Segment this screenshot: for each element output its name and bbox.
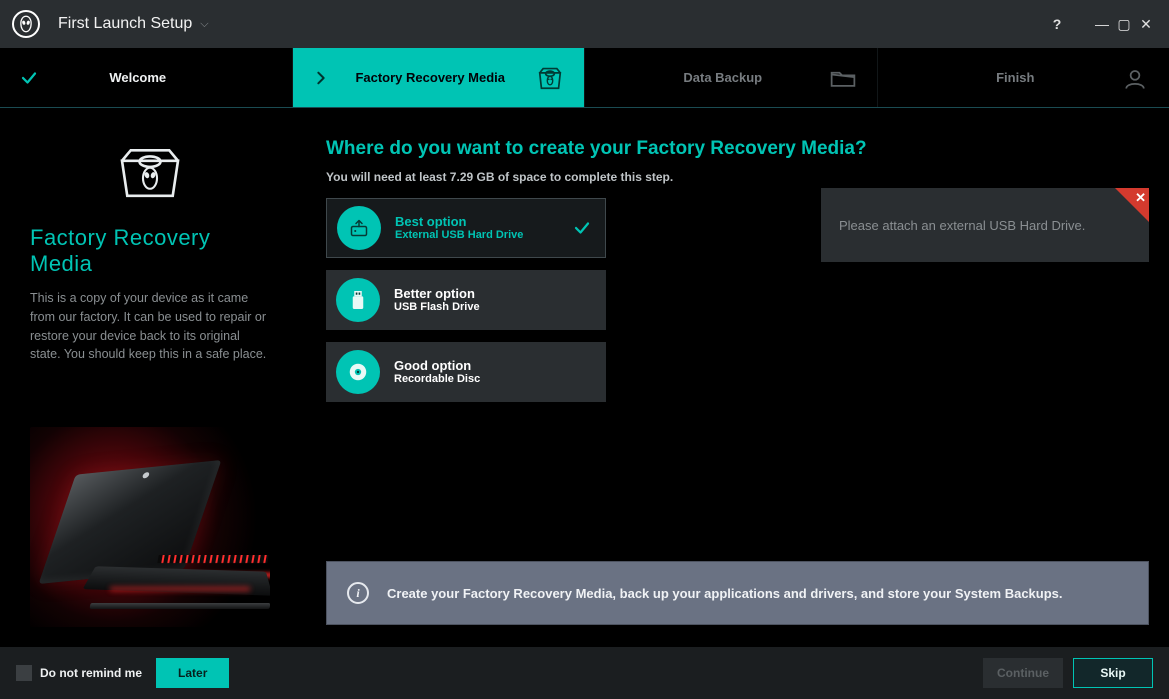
recovery-box-icon xyxy=(524,66,564,90)
media-options: Best option External USB Hard Drive Bett… xyxy=(326,198,606,402)
external-hdd-icon xyxy=(337,206,381,250)
info-icon: i xyxy=(347,582,369,604)
usb-flash-icon xyxy=(336,278,380,322)
option-title: Good option xyxy=(394,359,592,374)
info-text: Create your Factory Recovery Media, back… xyxy=(387,586,1063,601)
sidebar-heading: Factory Recovery Media xyxy=(30,225,270,277)
step-finish[interactable]: Finish xyxy=(878,48,1169,107)
chevron-right-icon xyxy=(313,70,337,86)
help-button[interactable]: ? xyxy=(1043,16,1071,32)
disc-icon xyxy=(336,350,380,394)
minimize-button[interactable]: — xyxy=(1091,16,1113,32)
alert-text: Please attach an external USB Hard Drive… xyxy=(839,218,1085,233)
skip-button[interactable]: Skip xyxy=(1073,658,1153,688)
title-dropdown-icon[interactable]: ⌵ xyxy=(200,18,208,31)
option-title: Best option xyxy=(395,215,573,230)
footer: Do not remind me Later Continue Skip xyxy=(0,647,1169,699)
recovery-media-large-icon xyxy=(30,143,270,203)
person-icon xyxy=(1109,66,1149,90)
option-title: Better option xyxy=(394,287,592,302)
option-usb-flash-drive[interactable]: Better option USB Flash Drive xyxy=(326,270,606,330)
content-area: Where do you want to create your Factory… xyxy=(300,108,1169,647)
option-subtitle: USB Flash Drive xyxy=(394,301,592,313)
step-label: Welcome xyxy=(44,70,232,85)
product-image xyxy=(30,427,270,627)
titlebar: First Launch Setup ⌵ ? — ▢ ✕ xyxy=(0,0,1169,48)
step-data-backup[interactable]: Data Backup xyxy=(585,48,878,107)
do-not-remind-label: Do not remind me xyxy=(40,666,142,680)
info-banner: i Create your Factory Recovery Media, ba… xyxy=(326,561,1149,625)
option-subtitle: Recordable Disc xyxy=(394,373,592,385)
app-logo-icon xyxy=(12,10,40,38)
do-not-remind-checkbox[interactable] xyxy=(16,665,32,681)
option-subtitle: External USB Hard Drive xyxy=(395,229,573,241)
close-button[interactable]: ✕ xyxy=(1135,16,1157,33)
continue-button: Continue xyxy=(983,658,1063,688)
step-label: Finish xyxy=(922,70,1110,85)
wizard-steps: Welcome Factory Recovery Media Data Back… xyxy=(0,48,1169,108)
later-button[interactable]: Later xyxy=(156,658,229,688)
check-icon xyxy=(20,69,44,87)
content-heading: Where do you want to create your Factory… xyxy=(326,138,1149,160)
step-label: Factory Recovery Media xyxy=(337,70,525,85)
folder-icon xyxy=(817,66,857,90)
alert-close-icon[interactable]: ✕ xyxy=(1115,188,1149,222)
option-external-usb-hdd[interactable]: Best option External USB Hard Drive xyxy=(326,198,606,258)
app-title: First Launch Setup xyxy=(58,15,192,33)
step-label: Data Backup xyxy=(629,70,817,85)
sidebar-description: This is a copy of your device as it came… xyxy=(30,289,270,364)
maximize-button[interactable]: ▢ xyxy=(1113,16,1135,33)
sidebar: Factory Recovery Media This is a copy of… xyxy=(0,108,300,647)
step-factory-recovery[interactable]: Factory Recovery Media xyxy=(293,48,586,107)
option-recordable-disc[interactable]: Good option Recordable Disc xyxy=(326,342,606,402)
step-welcome[interactable]: Welcome xyxy=(0,48,293,107)
selected-check-icon xyxy=(573,219,591,237)
attach-drive-alert: Please attach an external USB Hard Drive… xyxy=(821,188,1149,262)
space-requirement-text: You will need at least 7.29 GB of space … xyxy=(326,170,1149,184)
